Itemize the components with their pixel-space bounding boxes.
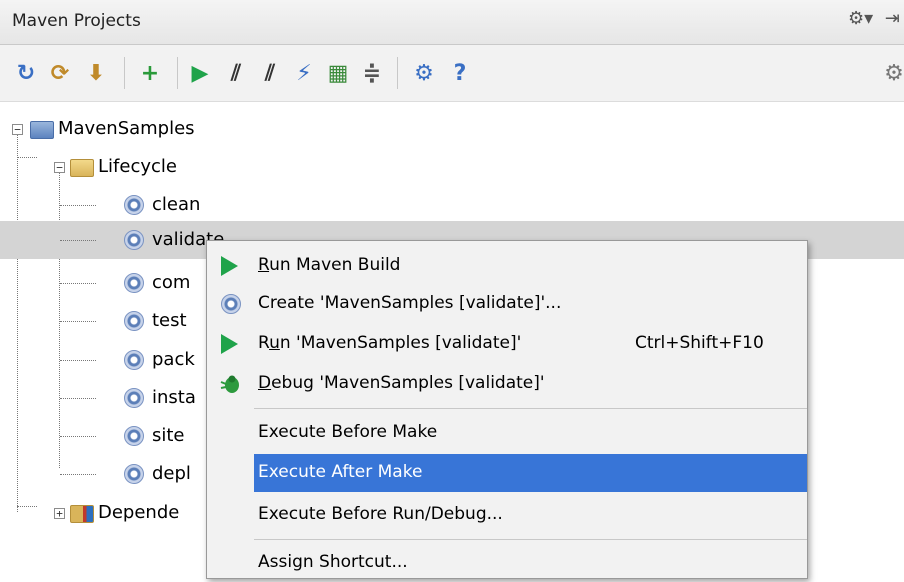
menu-separator [254, 539, 807, 540]
tree-line [60, 205, 96, 207]
tree-node-label: depl [152, 463, 191, 484]
tree-line [60, 474, 96, 476]
tree-node-label: site [152, 425, 185, 446]
tree-line [60, 360, 96, 362]
tree-node-root[interactable]: − MavenSamples [0, 110, 904, 148]
gear-icon [124, 426, 144, 446]
menu-item-label: Execute Before Run/Debug... [258, 504, 503, 524]
menu-item-run-config[interactable]: Run 'MavenSamples [validate]' Ctrl+Shift… [207, 325, 807, 363]
maven-toolbar: ↻ ⟳ ⬇ + ▶ ⫽ ⫽ ⚡ ▦ ≑ ⚙ ? ⚙ [0, 45, 904, 102]
tree-line [60, 240, 96, 242]
menu-item-assign-shortcut[interactable]: Assign Shortcut... [207, 544, 807, 582]
hide-icon[interactable]: ⇥ [885, 8, 900, 29]
toggle-offline-icon[interactable]: ⫽ [222, 59, 250, 87]
gear-icon [124, 230, 144, 250]
maven-project-icon [30, 121, 54, 139]
menu-separator [254, 408, 807, 409]
collapse-icon[interactable]: − [54, 162, 65, 173]
menu-item-execute-after-make[interactable]: Execute After Make [254, 454, 807, 492]
tree-line [60, 283, 96, 285]
expand-icon[interactable]: + [54, 508, 65, 519]
gear-icon [221, 294, 241, 314]
overflow-gear-icon[interactable]: ⚙ [880, 59, 904, 87]
tree-line [60, 321, 96, 323]
skip-tests-icon[interactable]: ⫽ [256, 59, 284, 87]
collapse-icon[interactable]: − [12, 124, 23, 135]
menu-item-label: Execute Before Make [258, 422, 438, 442]
menu-item-label: Assign Shortcut... [258, 552, 408, 572]
gear-icon [124, 388, 144, 408]
menu-item-run-maven-build[interactable]: Run Maven Build [207, 247, 807, 285]
show-dependencies-icon[interactable]: ▦ [324, 59, 352, 87]
menu-item-label: Debug 'MavenSamples [validate]' [258, 373, 545, 393]
run-icon [221, 256, 238, 276]
help-icon[interactable]: ? [446, 59, 474, 87]
execute-goal-icon[interactable]: ⚡ [290, 59, 318, 87]
menu-item-execute-before-run[interactable]: Execute Before Run/Debug... [207, 496, 807, 534]
tree-node-label: Lifecycle [98, 156, 177, 177]
tree-node-lifecycle[interactable]: − Lifecycle [0, 148, 904, 186]
tree-node-label: insta [152, 387, 196, 408]
tree-node-label: test [152, 310, 187, 331]
gear-icon [124, 350, 144, 370]
tree-node-label: Depende [98, 502, 180, 523]
context-menu: Run Maven Build Create 'MavenSamples [va… [206, 240, 808, 579]
run-icon[interactable]: ▶ [186, 59, 214, 87]
panel-title: Maven Projects [12, 11, 141, 31]
gear-icon [124, 273, 144, 293]
reimport-icon[interactable]: ↻ [12, 59, 40, 87]
debug-bug-icon [220, 375, 239, 393]
gear-icon[interactable]: ⚙▾ [848, 8, 873, 29]
header-actions: ⚙▾ ⇥ [842, 8, 900, 29]
generate-sources-icon[interactable]: ⟳ [46, 59, 74, 87]
tree-line [60, 398, 96, 400]
toolbar-separator [177, 57, 178, 89]
menu-item-shortcut: Ctrl+Shift+F10 [635, 333, 764, 353]
collapse-all-icon[interactable]: ≑ [358, 59, 386, 87]
menu-item-label: Run 'MavenSamples [validate]' [258, 333, 522, 353]
menu-item-label: Create 'MavenSamples [validate]'... [258, 293, 562, 313]
menu-item-execute-before-make[interactable]: Execute Before Make [207, 414, 807, 452]
menu-item-label: Execute After Make [258, 462, 423, 482]
menu-item-label: Run Maven Build [258, 255, 401, 275]
settings-icon[interactable]: ⚙ [410, 59, 438, 87]
toolbar-separator [124, 57, 125, 89]
gear-icon [124, 195, 144, 215]
tree-node-label: clean [152, 194, 201, 215]
download-icon[interactable]: ⬇ [82, 59, 110, 87]
tree-node-label: pack [152, 349, 195, 370]
tree-node-label: com [152, 272, 191, 293]
tree-node-phase[interactable]: clean [0, 186, 904, 224]
run-icon [221, 334, 238, 354]
add-icon[interactable]: + [136, 59, 164, 87]
lifecycle-folder-icon [70, 159, 94, 177]
menu-item-create-config[interactable]: Create 'MavenSamples [validate]'... [207, 285, 807, 323]
dependencies-folder-icon [70, 505, 94, 523]
tree-line [60, 436, 96, 438]
gear-icon [124, 464, 144, 484]
tree-node-label: MavenSamples [58, 118, 195, 139]
panel-header: Maven Projects ⚙▾ ⇥ [0, 0, 904, 45]
toolbar-separator [397, 57, 398, 89]
menu-item-debug-config[interactable]: Debug 'MavenSamples [validate]' [207, 365, 807, 403]
gear-icon [124, 311, 144, 331]
